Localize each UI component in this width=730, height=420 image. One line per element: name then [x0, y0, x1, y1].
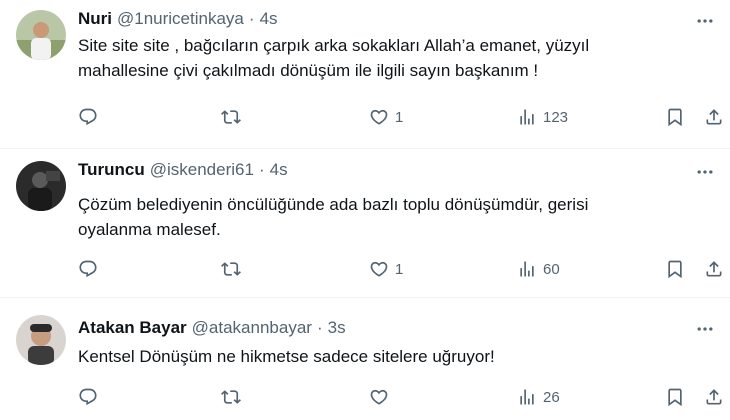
action-bar: 1 123	[78, 105, 728, 129]
share-button[interactable]	[704, 385, 724, 409]
views-button[interactable]: 26	[517, 385, 560, 409]
reply-button[interactable]	[78, 257, 104, 281]
more-button[interactable]	[694, 161, 716, 183]
views-bar-chart-icon	[520, 109, 534, 125]
author-handle[interactable]: @1nuricetinkaya	[117, 9, 244, 29]
separator-dot: ·	[258, 160, 265, 179]
share-upload-icon	[706, 261, 722, 277]
views-count: 26	[543, 388, 560, 406]
more-dots-icon	[697, 327, 713, 331]
tweet[interactable]: Atakan Bayar @atakannbayar · 3s Kentsel …	[0, 298, 730, 420]
reply-bubble-icon	[79, 108, 97, 126]
views-button[interactable]: 60	[517, 257, 560, 281]
tweet-text: Kentsel Dönüşüm ne hikmetse sadece sitel…	[78, 344, 718, 369]
author-name[interactable]: Turuncu	[78, 160, 145, 180]
like-count: 1	[395, 108, 404, 126]
tweet-text-line: Site site site , bağcıların çarpık arka …	[78, 36, 590, 55]
views-button[interactable]: 123	[517, 105, 568, 129]
avatar[interactable]	[16, 10, 66, 60]
tweet[interactable]: Nuri @1nuricetinkaya · 4s Site site site…	[0, 0, 730, 148]
retweet-icon	[221, 390, 241, 404]
views-bar-chart-icon	[520, 261, 534, 277]
heart-icon	[370, 109, 388, 125]
tweet-text-line: oyalanma malesef.	[78, 220, 221, 239]
like-button[interactable]: 1	[369, 257, 403, 281]
author-name[interactable]: Nuri	[78, 9, 112, 29]
tweet-text: Site site site , bağcıların çarpık arka …	[78, 33, 718, 83]
retweet-icon	[221, 262, 241, 276]
like-button[interactable]: 1	[369, 105, 403, 129]
more-dots-icon	[697, 170, 713, 174]
views-count: 123	[543, 108, 569, 126]
heart-icon	[370, 261, 388, 277]
bookmark-button[interactable]	[665, 257, 685, 281]
action-bar: 1 60	[78, 257, 728, 281]
timestamp[interactable]: 4s	[260, 9, 278, 29]
reply-button[interactable]	[78, 385, 104, 409]
bookmark-button[interactable]	[665, 105, 685, 129]
tweet-text-line: mahallesine çivi çakılmadı dönüşüm ile i…	[78, 61, 539, 80]
views-bar-chart-icon	[520, 389, 534, 405]
heart-icon	[370, 389, 388, 405]
reply-bubble-icon	[79, 388, 97, 406]
more-button[interactable]	[694, 10, 716, 32]
more-button[interactable]	[694, 318, 716, 340]
retweet-button[interactable]	[221, 105, 247, 129]
separator-dot: ·	[248, 9, 255, 28]
like-button[interactable]	[369, 385, 395, 409]
reply-bubble-icon	[79, 260, 97, 278]
tweet[interactable]: Turuncu @iskenderi61 · 4s Çözüm belediye…	[0, 149, 730, 297]
author-handle[interactable]: @iskenderi61	[150, 160, 254, 180]
author-handle[interactable]: @atakannbayar	[192, 318, 312, 338]
bookmark-button[interactable]	[665, 385, 685, 409]
tweet-text: Çözüm belediyenin öncülüğünde ada bazlı …	[78, 192, 718, 242]
retweet-icon	[221, 110, 241, 124]
bookmark-icon	[668, 108, 682, 127]
tweet-text-line: Çözüm belediyenin öncülüğünde ada bazlı …	[78, 195, 589, 214]
share-upload-icon	[706, 109, 722, 125]
retweet-button[interactable]	[221, 257, 247, 281]
share-button[interactable]	[704, 257, 724, 281]
author-name[interactable]: Atakan Bayar	[78, 318, 187, 338]
action-bar: 26	[78, 385, 728, 409]
more-dots-icon	[697, 19, 713, 23]
reply-button[interactable]	[78, 105, 104, 129]
views-count: 60	[543, 260, 560, 278]
share-button[interactable]	[704, 105, 724, 129]
timestamp[interactable]: 3s	[328, 318, 346, 338]
share-upload-icon	[706, 389, 722, 405]
bookmark-icon	[668, 260, 682, 279]
separator-dot: ·	[316, 318, 323, 337]
tweet-text-line: Kentsel Dönüşüm ne hikmetse sadece sitel…	[78, 347, 495, 366]
avatar[interactable]	[16, 161, 66, 211]
like-count: 1	[395, 260, 404, 278]
retweet-button[interactable]	[221, 385, 247, 409]
avatar[interactable]	[16, 315, 66, 365]
bookmark-icon	[668, 388, 682, 407]
timestamp[interactable]: 4s	[270, 160, 288, 180]
